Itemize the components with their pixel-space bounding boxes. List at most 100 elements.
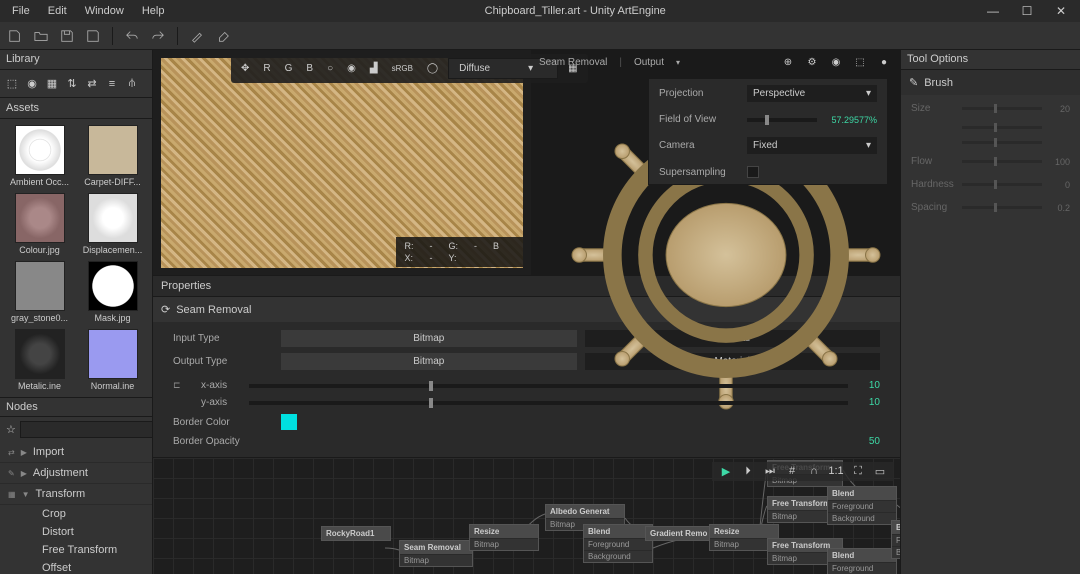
lib-sort-icon[interactable]: ⇄ [84,76,100,92]
fov-slider[interactable] [747,118,817,122]
tool-slider[interactable] [962,141,1042,144]
lib-sort3-icon[interactable]: ⫛ [124,76,140,92]
sphere-icon[interactable]: ● [876,54,892,70]
vp-ring-icon[interactable]: ◯ [423,61,442,76]
asset-item[interactable]: Mask.jpg [79,261,146,323]
asset-item[interactable]: Metalic.ine [6,329,73,391]
node-category-adjustment[interactable]: ✎▶Adjustment [0,463,152,484]
tab-output[interactable]: Output [634,57,664,68]
new-icon[interactable] [6,27,24,45]
vp-srgb-icon[interactable]: sRGB [388,62,417,75]
graph-node[interactable]: BlendForegroundBackground [827,548,897,574]
lib-sort2-icon[interactable]: ≡ [104,76,120,92]
magnet-icon[interactable]: ∩ [806,465,822,478]
play-icon[interactable]: ▶ [718,465,734,478]
supersampling-checkbox[interactable] [747,166,759,178]
x-axis-slider[interactable] [249,384,848,388]
asset-item[interactable]: Ambient Occ... [6,125,73,187]
border-color-label: Border Color [173,417,273,428]
undo-icon[interactable] [123,27,141,45]
tool-label: Flow [911,156,956,167]
grid-snap-icon[interactable]: # [784,465,800,478]
brush-icon[interactable] [188,27,206,45]
graph-node[interactable]: ResizeBitmap [469,524,539,551]
tool-slider[interactable] [962,160,1042,163]
redo-icon[interactable] [149,27,167,45]
tool-slider[interactable] [962,126,1042,129]
output-bitmap-button[interactable]: Bitmap [281,353,577,370]
input-bitmap-button[interactable]: Bitmap [281,330,577,347]
projection-select[interactable]: Perspective▾ [747,85,877,102]
menu-file[interactable]: File [4,2,38,20]
vp-move-icon[interactable]: ✥ [237,61,253,76]
fast-icon[interactable]: ⏭ [762,465,778,478]
star-icon[interactable]: ☆ [6,423,16,436]
pixel-readout: R:- G:- B X:- Y: [396,237,523,267]
vp-dot-icon[interactable]: ◉ [343,61,360,76]
channel-r[interactable]: R [259,61,274,76]
channel-b[interactable]: B [302,61,317,76]
y-axis-slider[interactable] [249,401,848,405]
node-category-transform[interactable]: ▦▼Transform [0,484,152,505]
node-item-crop[interactable]: Crop [0,505,152,523]
node-category-import[interactable]: ⇄▶Import [0,442,152,463]
asset-item[interactable]: Normal.ine [79,329,146,391]
asset-item[interactable]: Displacemen... [79,193,146,255]
globe-icon[interactable]: ⊕ [780,54,796,70]
open-icon[interactable] [32,27,50,45]
node-item-distort[interactable]: Distort [0,523,152,541]
node-item-free-transform[interactable]: Free Transform [0,541,152,559]
window-title: Chipboard_Tiller.art - Unity ArtEngine [172,5,978,17]
tool-slider[interactable] [962,107,1042,110]
step-icon[interactable]: ⏵ [740,465,756,478]
refresh-icon[interactable]: ⟳ [161,303,170,316]
lib-cube-icon[interactable]: ⬚ [4,76,20,92]
vp-histogram-icon[interactable]: ▟ [366,61,382,76]
layout-icon[interactable]: ▭ [872,465,888,478]
tool-slider[interactable] [962,206,1042,209]
cube-icon[interactable]: ⬚ [852,54,868,70]
library-header: Library [0,50,152,70]
lib-filter-icon[interactable]: ⇅ [64,76,80,92]
graph-node[interactable]: Gradient Remo [645,526,715,541]
viewport-2d[interactable]: ✥ R G B ○ ◉ ▟ sRGB ◯ Diffuse▾ ▦ R:- G:- … [153,50,531,275]
nodes-header: Nodes [0,398,152,417]
gear-icon[interactable]: ⚙ [804,54,820,70]
channel-g[interactable]: G [281,61,297,76]
graph-node[interactable]: RockyRoad1 [321,526,391,541]
frame-icon[interactable]: ⛶ [850,465,866,478]
menu-help[interactable]: Help [134,2,173,20]
camera-select[interactable]: Fixed▾ [747,137,877,154]
save-as-icon[interactable] [84,27,102,45]
save-icon[interactable] [58,27,76,45]
tool-label: Hardness [911,179,956,190]
border-color-swatch[interactable] [281,414,297,430]
fov-value: 57.29577% [825,115,877,125]
vp-circle-icon[interactable]: ○ [323,61,337,76]
asset-item[interactable]: Carpet-DIFF... [79,125,146,187]
tool-value: 0.2 [1048,203,1070,213]
menu-window[interactable]: Window [77,2,132,20]
node-item-offset[interactable]: Offset [0,559,152,574]
viewport-3d[interactable]: Seam Removal | Output ▾ ⊕ ⚙ ◉ ⬚ ● Projec… [531,50,900,275]
tool-slider[interactable] [962,183,1042,186]
close-icon[interactable]: ✕ [1046,4,1076,18]
menu-edit[interactable]: Edit [40,2,75,20]
graph-node[interactable]: BlendForegroundBackground [891,520,900,559]
lib-sphere-icon[interactable]: ◉ [24,76,40,92]
maximize-icon[interactable]: ☐ [1012,4,1042,18]
zoom-fit-icon[interactable]: 1:1 [828,465,844,478]
eraser-icon[interactable] [214,27,232,45]
node-graph[interactable]: ▶ ⏵ ⏭ # ∩ 1:1 ⛶ ▭ [153,457,900,574]
minimize-icon[interactable]: — [978,4,1008,18]
nodes-search-input[interactable] [20,421,152,438]
asset-item[interactable]: gray_stone0... [6,261,73,323]
material-icon[interactable]: ◉ [828,54,844,70]
asset-item[interactable]: Colour.jpg [6,193,73,255]
tab-seam-removal[interactable]: Seam Removal [539,57,607,68]
graph-node[interactable]: Seam RemovalBitmap [399,540,473,567]
axis-link-icon[interactable]: ⊏ [173,380,193,391]
lib-grid-icon[interactable]: ▦ [44,76,60,92]
graph-node[interactable]: BlendForegroundBackground [583,524,653,563]
graph-node[interactable]: BlendForegroundBackground [827,486,897,525]
